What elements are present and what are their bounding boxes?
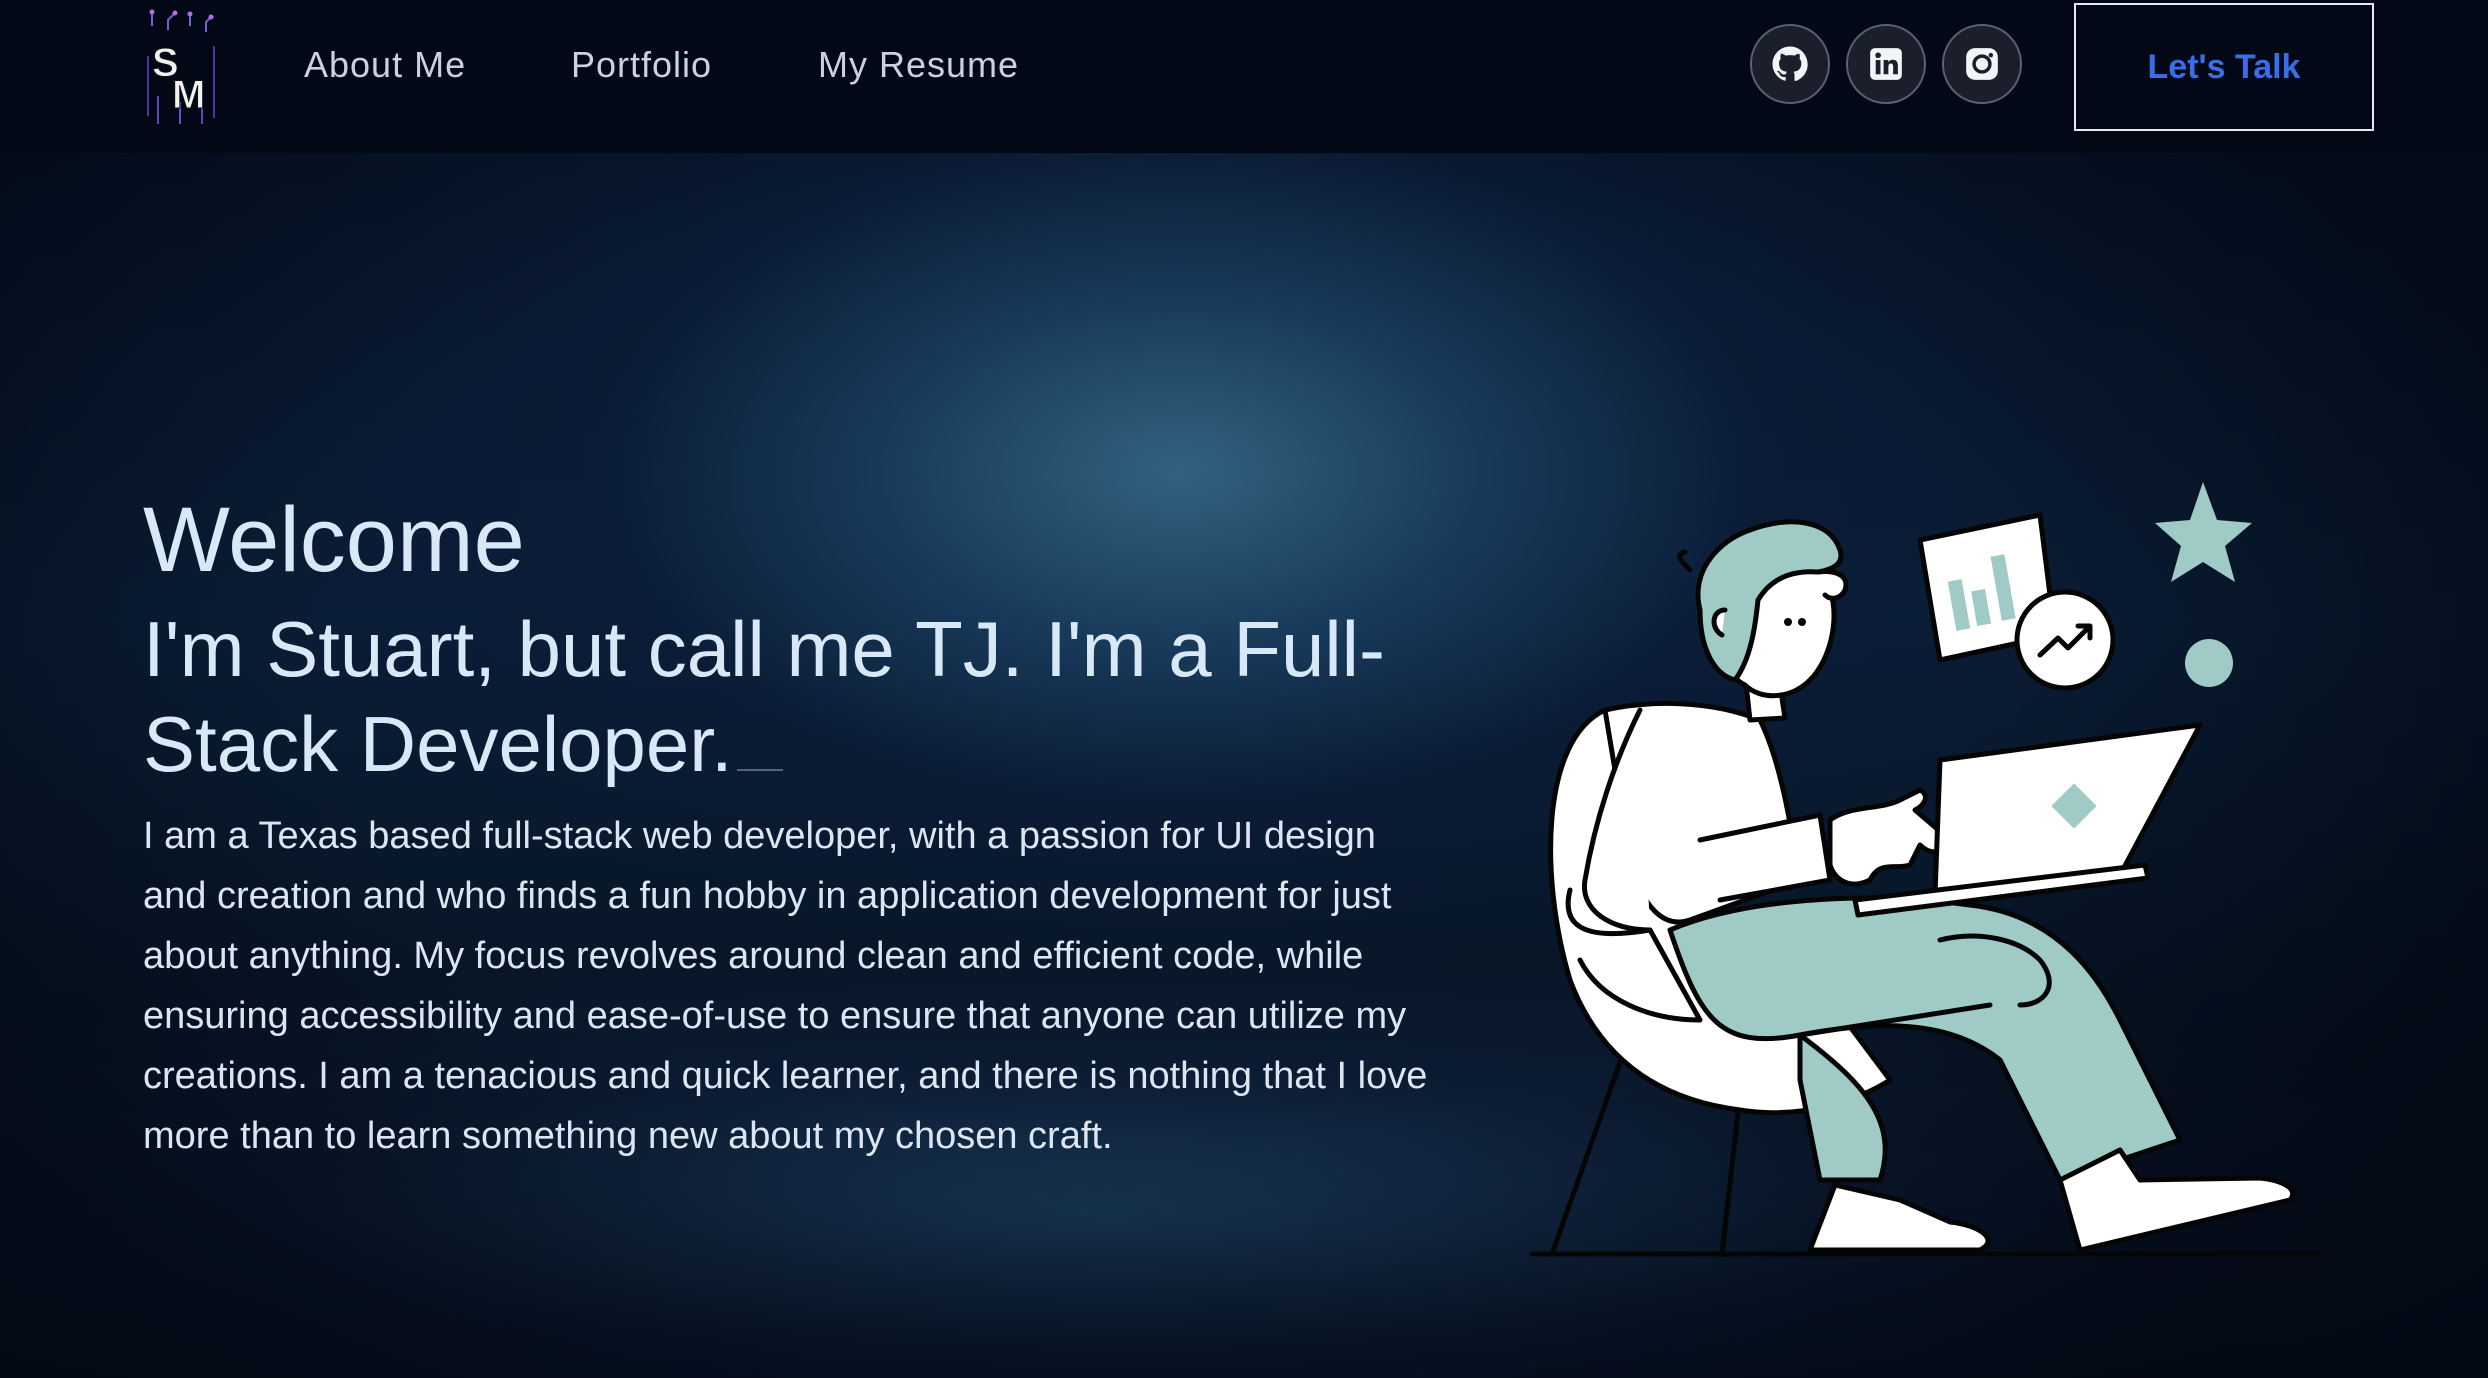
developer-illustration bbox=[1529, 482, 2321, 1257]
linkedin-button[interactable] bbox=[1846, 24, 1926, 104]
welcome-heading: Welcome bbox=[143, 489, 525, 591]
navbar: S M About Me Portfolio My Resume Let's T… bbox=[0, 0, 2488, 153]
nav-link-portfolio[interactable]: Portfolio bbox=[571, 44, 712, 86]
hero-section: Welcome I'm Stuart, but call me TJ. I'm … bbox=[143, 480, 1443, 1166]
typing-cursor bbox=[736, 769, 783, 771]
person-hair-strand bbox=[1677, 549, 1693, 573]
hero-bio: I am a Texas based full-stack web develo… bbox=[143, 815, 1428, 1157]
person-shoe-left bbox=[1807, 1182, 1991, 1253]
dot-shape bbox=[2185, 639, 2233, 687]
chair-leg-left bbox=[1549, 1037, 1631, 1257]
site-logo[interactable]: S M bbox=[140, 6, 222, 126]
svg-text:M: M bbox=[172, 73, 205, 117]
github-icon bbox=[1772, 46, 1808, 82]
page: S M About Me Portfolio My Resume Let's T… bbox=[0, 0, 2488, 1378]
person-eye-right bbox=[1798, 618, 1806, 626]
instagram-button[interactable] bbox=[1942, 24, 2022, 104]
hero-headline-text: I'm Stuart, but call me TJ. I'm a Full-S… bbox=[143, 605, 1385, 788]
linkedin-icon bbox=[1870, 48, 1902, 80]
person-hand bbox=[1827, 787, 1953, 887]
hero-headline: I'm Stuart, but call me TJ. I'm a Full-S… bbox=[143, 602, 1393, 792]
nav-link-my-resume[interactable]: My Resume bbox=[818, 44, 1019, 86]
person-shoe-right bbox=[2057, 1147, 2295, 1253]
nav-link-about-me[interactable]: About Me bbox=[304, 44, 466, 86]
person-eye-left bbox=[1784, 618, 1792, 626]
instagram-icon bbox=[1966, 48, 1998, 80]
lets-talk-button[interactable]: Let's Talk bbox=[2074, 3, 2374, 131]
logo-graphic: S M bbox=[147, 9, 215, 124]
star-shape bbox=[2155, 482, 2252, 582]
trend-circle bbox=[2014, 589, 2116, 691]
github-button[interactable] bbox=[1750, 24, 1830, 104]
person-legs bbox=[1667, 895, 2183, 1183]
